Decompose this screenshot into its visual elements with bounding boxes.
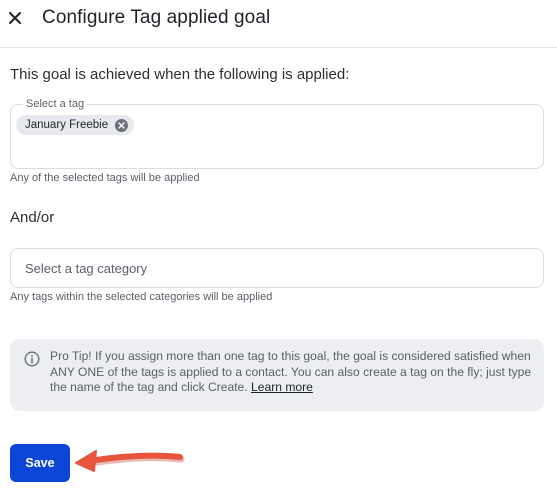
goal-intro-text: This goal is achieved when the following… [10, 66, 350, 83]
tag-chip-label: January Freebie [25, 119, 109, 131]
pro-tip-box: Pro Tip! If you assign more than one tag… [10, 339, 544, 411]
andor-label: And/or [10, 209, 55, 226]
remove-tag-button[interactable] [115, 118, 129, 132]
learn-more-link[interactable]: Learn more [251, 380, 313, 394]
tag-category-helper: Any tags within the selected categories … [10, 291, 273, 303]
close-button[interactable] [4, 6, 26, 30]
info-icon [24, 351, 40, 367]
dialog-title: Configure Tag applied goal [42, 7, 271, 28]
tag-chip: January Freebie [16, 115, 135, 135]
close-icon [118, 121, 125, 129]
close-icon [9, 12, 21, 24]
save-button[interactable]: Save [10, 444, 70, 482]
tag-select-helper: Any of the selected tags will be applied [10, 172, 200, 184]
dialog-header: Configure Tag applied goal [0, 0, 557, 48]
tag-category-input[interactable] [10, 248, 544, 288]
tag-select-field[interactable]: Select a tag January Freebie [10, 98, 544, 169]
tag-select-label: Select a tag [23, 98, 88, 110]
pointer-arrow [75, 450, 185, 472]
pro-tip-text: Pro Tip! If you assign more than one tag… [50, 349, 534, 396]
